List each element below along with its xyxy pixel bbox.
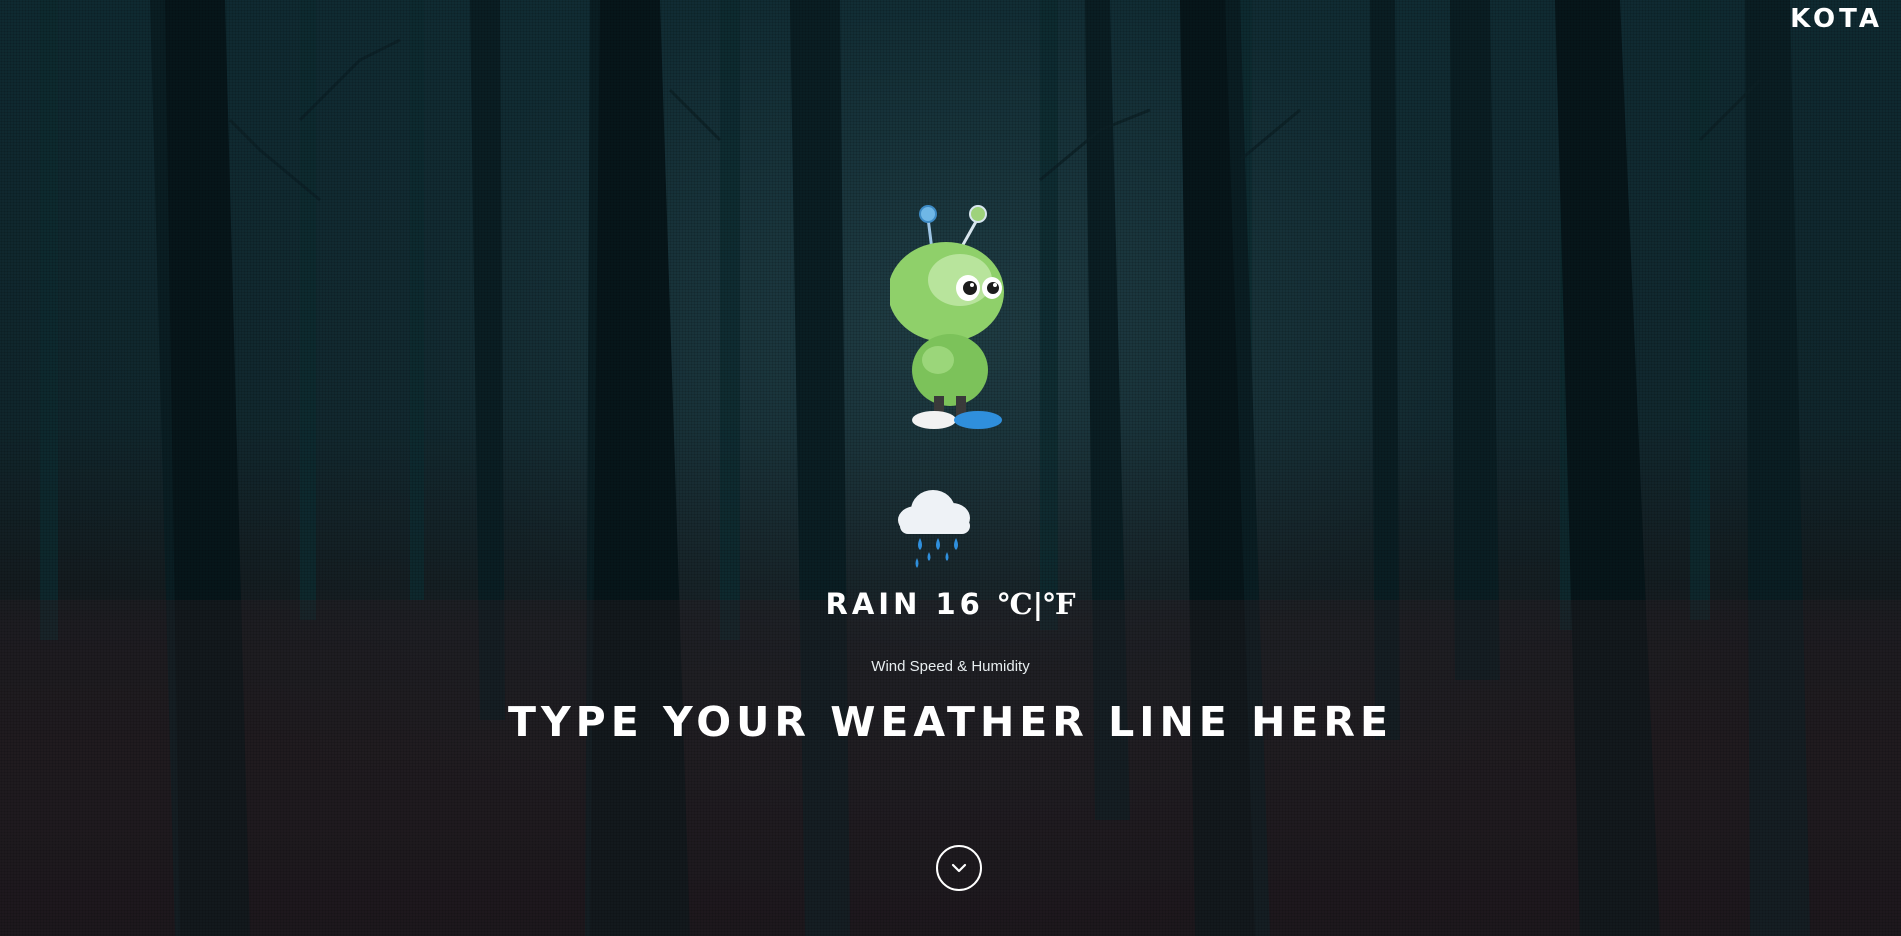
- scroll-down-button[interactable]: [936, 845, 982, 891]
- hero-section: KOTA RAIN 16 ℃|℉ Wind Speed & Humidity T…: [0, 0, 1901, 936]
- rain-cloud-icon: [898, 490, 970, 568]
- condition-label: RAIN: [825, 587, 922, 621]
- wind-humidity-text: Wind Speed & Humidity: [871, 658, 1030, 675]
- weather-headline: TYPE YOUR WEATHER LINE HERE: [508, 698, 1393, 746]
- brand-logo[interactable]: KOTA: [1790, 4, 1883, 34]
- temperature-value: 16: [935, 587, 984, 621]
- weather-condition: RAIN 16 ℃|℉: [0, 587, 1901, 621]
- chevron-down-icon: [951, 863, 967, 873]
- unit-toggle[interactable]: ℃|℉: [998, 587, 1076, 621]
- alien-mascot-icon: [890, 205, 1004, 429]
- texture-overlay: [0, 0, 1901, 936]
